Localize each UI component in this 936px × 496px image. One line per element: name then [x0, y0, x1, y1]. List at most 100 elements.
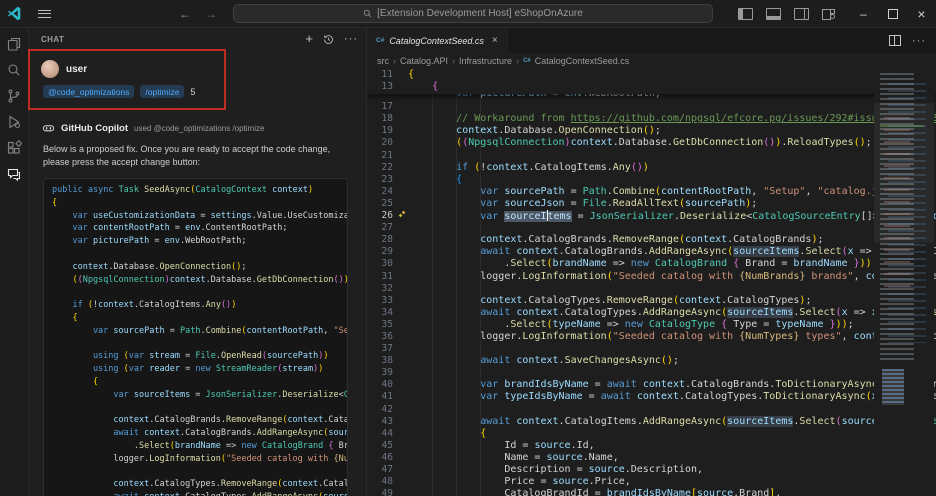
- code-token: .WebRootPath;: [180, 236, 247, 246]
- slash-command-chip[interactable]: /optimize: [140, 85, 184, 98]
- maximize-button[interactable]: [878, 1, 907, 27]
- tab-catalogcontextseed[interactable]: C# CatalogContextSeed.cs ×: [367, 28, 508, 53]
- editor-tab-bar: C# CatalogContextSeed.cs × ···: [367, 28, 936, 53]
- source-control-icon[interactable]: [3, 87, 25, 104]
- split-editor-icon[interactable]: [889, 35, 901, 46]
- code-token: var: [129, 351, 144, 361]
- chat-history-icon[interactable]: [323, 34, 334, 45]
- code-line: {: [52, 312, 347, 325]
- editor-group: C# CatalogContextSeed.cs × ··· src › Cat…: [367, 28, 936, 496]
- code-line: 18 // Workaround from https://github.com…: [367, 113, 936, 125]
- agent-chip[interactable]: @code_optimizations: [43, 85, 134, 98]
- code-line: 11{: [367, 69, 936, 81]
- code-line: await context.CatalogBrands.AddRangeAsyn…: [52, 427, 347, 440]
- line-number: 28: [367, 234, 393, 246]
- run-debug-icon[interactable]: [3, 113, 25, 130]
- chat-header: CHAT + ···: [29, 28, 366, 50]
- back-icon[interactable]: ←: [179, 7, 191, 21]
- close-window-button[interactable]: ×: [907, 1, 936, 27]
- gutter-glyph: [393, 464, 408, 476]
- code-token: settings: [211, 211, 252, 221]
- line-number: 25: [367, 198, 393, 210]
- code-line: 34 await context.CatalogTypes.AddRangeAs…: [367, 307, 936, 319]
- code-line: [52, 466, 347, 479]
- chat-copilot-message: GitHub Copilot used @code_optimizations …: [29, 98, 366, 496]
- code-token: {NumBran: [333, 454, 348, 464]
- code-line: 23 {: [367, 174, 936, 186]
- code-token: .CatalogBrands.: [522, 234, 612, 245]
- line-number: 29: [367, 246, 393, 258]
- gutter-glyph: [393, 150, 408, 162]
- code-token: )): [836, 319, 848, 330]
- code-token: .Price,: [589, 476, 631, 487]
- code-token: {: [408, 174, 462, 185]
- breadcrumb-item[interactable]: CatalogContextSeed.cs: [535, 56, 630, 66]
- code-line: var useCustomizationData = settings.Valu…: [52, 210, 347, 223]
- code-token: .CatalogTypes.: [679, 391, 763, 402]
- search-sidebar-icon[interactable]: [3, 61, 25, 78]
- code-token: .Value.UseCustomizationD: [252, 211, 348, 221]
- copilot-sparkle-icon[interactable]: ◆: [393, 210, 408, 222]
- toggle-secondary-sidebar-icon[interactable]: [794, 8, 809, 20]
- breadcrumb-item[interactable]: Infrastructure: [459, 56, 512, 66]
- code-line: await context.CatalogTypes.AddRangeAsync…: [52, 491, 347, 496]
- line-number: 36: [367, 331, 393, 343]
- code-token: contentRootPath: [93, 223, 170, 233]
- explorer-icon[interactable]: [3, 35, 25, 52]
- code-token: .Id,: [571, 440, 595, 451]
- toggle-panel-icon[interactable]: [766, 8, 781, 20]
- code-token: context: [98, 300, 134, 310]
- code-token: sourceItems: [733, 246, 799, 257]
- code-line: var contentRootPath = env.ContentRootPat…: [52, 222, 347, 235]
- code-token: .CatalogTypes: [721, 295, 799, 306]
- code-token: ReloadTypes: [787, 137, 853, 148]
- breadcrumb-item[interactable]: Catalog.API: [400, 56, 448, 66]
- code-token: ): [318, 364, 323, 374]
- maximize-icon: [888, 9, 898, 19]
- code-token: .CatalogBrands: [727, 234, 811, 245]
- code-token: =: [149, 236, 164, 246]
- close-tab-icon[interactable]: ×: [492, 35, 498, 46]
- line-number: 46: [367, 452, 393, 464]
- code-token: "Seeded catalog with: [226, 454, 333, 464]
- code-token: SeedAsync: [144, 185, 190, 195]
- new-chat-icon[interactable]: +: [305, 34, 313, 44]
- code-token: ToDictionaryAsync: [763, 391, 865, 402]
- toggle-sidebar-icon[interactable]: [738, 8, 753, 20]
- line-number: 44: [367, 428, 393, 440]
- code-token: context: [516, 355, 558, 366]
- code-token: sourcePath: [267, 351, 318, 361]
- code-editor[interactable]: 11{13 { var picturePath = env.WebRootPat…: [367, 69, 936, 496]
- code-token: Catalo: [344, 390, 348, 400]
- chat-more-actions-icon[interactable]: ···: [344, 33, 358, 45]
- code-token: sourcePath: [504, 186, 564, 197]
- editor-more-actions-icon[interactable]: ···: [912, 35, 926, 47]
- code-token: .CatalogBrands.: [559, 246, 649, 257]
- code-line: [52, 402, 347, 415]
- gutter-glyph: [393, 162, 408, 174]
- menu-icon[interactable]: [38, 7, 51, 20]
- code-token: var: [408, 379, 498, 390]
- command-center-search[interactable]: [Extension Development Host] eShopOnAzur…: [233, 4, 713, 23]
- code-token: .CatalogItems.: [559, 416, 643, 427]
- minimap[interactable]: [874, 69, 934, 449]
- code-token: var: [52, 211, 88, 221]
- code-token: .WebRootPath;: [583, 94, 661, 99]
- gutter-glyph: [393, 391, 408, 403]
- code-token: ): [323, 351, 328, 361]
- code-token: new: [241, 441, 256, 451]
- customize-layout-icon[interactable]: [822, 9, 835, 19]
- code-token: async: [88, 185, 114, 195]
- code-token: ): [344, 275, 348, 285]
- code-token: AddRangeAsync: [643, 416, 721, 427]
- breadcrumb-item[interactable]: src: [377, 56, 389, 66]
- extensions-icon[interactable]: [3, 139, 25, 156]
- chat-icon[interactable]: [3, 165, 25, 182]
- code-token: types": [799, 331, 841, 342]
- minimize-button[interactable]: –: [849, 1, 878, 27]
- code-line: 26◆ var sourceItems = JsonSerializer.Des…: [367, 210, 936, 222]
- line-number: 31: [367, 271, 393, 283]
- forward-icon[interactable]: →: [205, 7, 217, 21]
- line-number: 37: [367, 343, 393, 355]
- code-token: ,: [842, 331, 854, 342]
